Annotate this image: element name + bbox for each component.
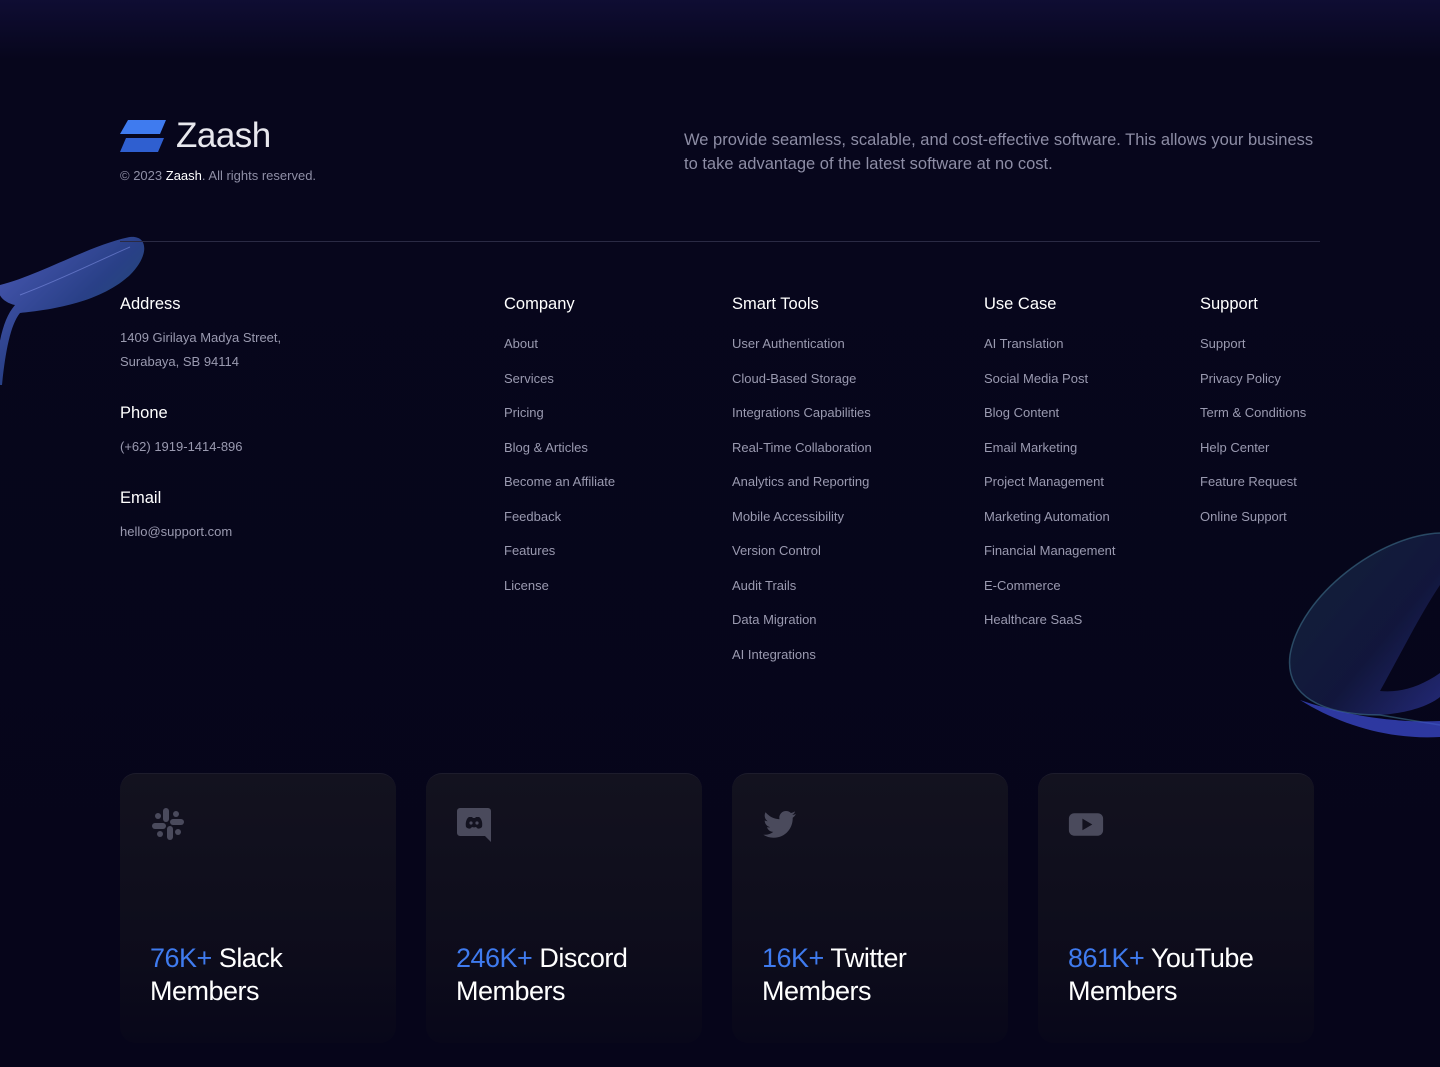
support-link[interactable]: Support [1200,332,1306,367]
twitter-card[interactable]: 16K+ Twitter Members [732,773,1008,1043]
smart-tools-link[interactable]: Audit Trails [732,574,872,609]
company-title: Company [504,295,575,313]
twitter-platform: Twitter [830,943,907,973]
slack-card-text: 76K+ Slack Members [150,942,380,1008]
support-column: Support Support Privacy Policy Term & Co… [1200,295,1306,539]
smart-tools-link[interactable]: Real-Time Collaboration [732,436,872,471]
discord-card-text: 246K+ Discord Members [456,942,686,1008]
smart-tools-title: Smart Tools [732,295,819,313]
company-link[interactable]: Services [504,367,615,402]
slack-icon [152,808,184,840]
phone-title: Phone [120,404,168,422]
phone-value[interactable]: (+62) 1919-1414-896 [120,435,380,459]
support-title: Support [1200,295,1258,313]
company-link[interactable]: Features [504,539,615,574]
phone-block: Phone (+62) 1919-1414-896 [120,404,380,459]
use-case-link[interactable]: E-Commerce [984,574,1116,609]
smart-tools-column: Smart Tools User Authentication Cloud-Ba… [732,295,872,677]
email-title: Email [120,489,162,507]
use-case-link[interactable]: Social Media Post [984,367,1116,402]
twitter-count: 16K+ [762,943,824,973]
community-cards: 76K+ Slack Members 246K+ Discord Members [120,773,1314,1043]
company-link[interactable]: Feedback [504,505,615,540]
copyright-suffix: . All rights reserved. [201,168,317,183]
smart-tools-link[interactable]: AI Integrations [732,643,872,678]
company-link[interactable]: License [504,574,615,609]
twitter-card-text: 16K+ Twitter Members [762,942,992,1008]
support-link[interactable]: Term & Conditions [1200,401,1306,436]
support-link[interactable]: Feature Request [1200,470,1306,505]
smart-tools-link[interactable]: User Authentication [732,332,872,367]
company-link[interactable]: Blog & Articles [504,436,615,471]
address-block: Address 1409 Girilaya Madya Street, Sura… [120,295,380,374]
address-line1: 1409 Girilaya Madya Street, [120,330,282,345]
discord-card[interactable]: 246K+ Discord Members [426,773,702,1043]
address-title: Address [120,295,181,313]
slack-label: Members [150,976,260,1006]
zaash-logo-icon [120,120,166,152]
support-link[interactable]: Help Center [1200,436,1306,471]
brand-name: Zaash [176,116,271,155]
brand[interactable]: Zaash [120,116,271,156]
discord-icon [457,808,491,842]
youtube-label: Members [1068,976,1178,1006]
company-link[interactable]: Pricing [504,401,615,436]
support-link[interactable]: Online Support [1200,505,1306,540]
smart-tools-link[interactable]: Data Migration [732,608,872,643]
smart-tools-link[interactable]: Analytics and Reporting [732,470,872,505]
smart-tools-link[interactable]: Version Control [732,539,872,574]
company-link[interactable]: About [504,332,615,367]
use-case-link[interactable]: Financial Management [984,539,1116,574]
address-line2: Surabaya, SB 94114 [120,354,240,369]
copyright: © 2023 Zaash. All rights reserved. [120,168,316,183]
tagline: We provide seamless, scalable, and cost-… [684,131,1314,173]
use-case-column: Use Case AI Translation Social Media Pos… [984,295,1116,643]
copyright-prefix: © 2023 [120,168,163,183]
decorative-ribbon-right [1288,532,1440,738]
use-case-link[interactable]: Blog Content [984,401,1116,436]
discord-count: 246K+ [456,943,533,973]
youtube-card[interactable]: 861K+ YouTube Members [1038,773,1314,1043]
use-case-link[interactable]: AI Translation [984,332,1116,367]
slack-card[interactable]: 76K+ Slack Members [120,773,396,1043]
company-column: Company About Services Pricing Blog & Ar… [504,295,615,608]
use-case-link[interactable]: Marketing Automation [984,505,1116,540]
smart-tools-link[interactable]: Integrations Capabilities [732,401,872,436]
use-case-link[interactable]: Healthcare SaaS [984,608,1116,643]
slack-count: 76K+ [150,943,212,973]
smart-tools-link[interactable]: Cloud-Based Storage [732,367,872,402]
slack-platform: Slack [218,943,283,973]
use-case-link[interactable]: Email Marketing [984,436,1116,471]
use-case-link[interactable]: Project Management [984,470,1116,505]
twitter-icon [763,811,796,838]
smart-tools-link[interactable]: Mobile Accessibility [732,505,872,540]
twitter-label: Members [762,976,872,1006]
footer-page: Zaash © 2023 Zaash. All rights reserved.… [0,0,1440,1067]
use-case-title: Use Case [984,295,1057,313]
youtube-icon [1068,813,1104,836]
company-link[interactable]: Become an Affiliate [504,470,615,505]
footer-divider [120,241,1320,242]
email-block: Email hello@support.com [120,489,380,544]
contact-section: Address 1409 Girilaya Madya Street, Sura… [120,295,380,574]
youtube-card-text: 861K+ YouTube Members [1068,942,1298,1008]
youtube-count: 861K+ [1068,943,1145,973]
youtube-platform: YouTube [1150,943,1254,973]
discord-label: Members [456,976,566,1006]
support-link[interactable]: Privacy Policy [1200,367,1306,402]
email-value[interactable]: hello@support.com [120,520,380,544]
copyright-company: Zaash [165,168,202,183]
discord-platform: Discord [539,943,628,973]
